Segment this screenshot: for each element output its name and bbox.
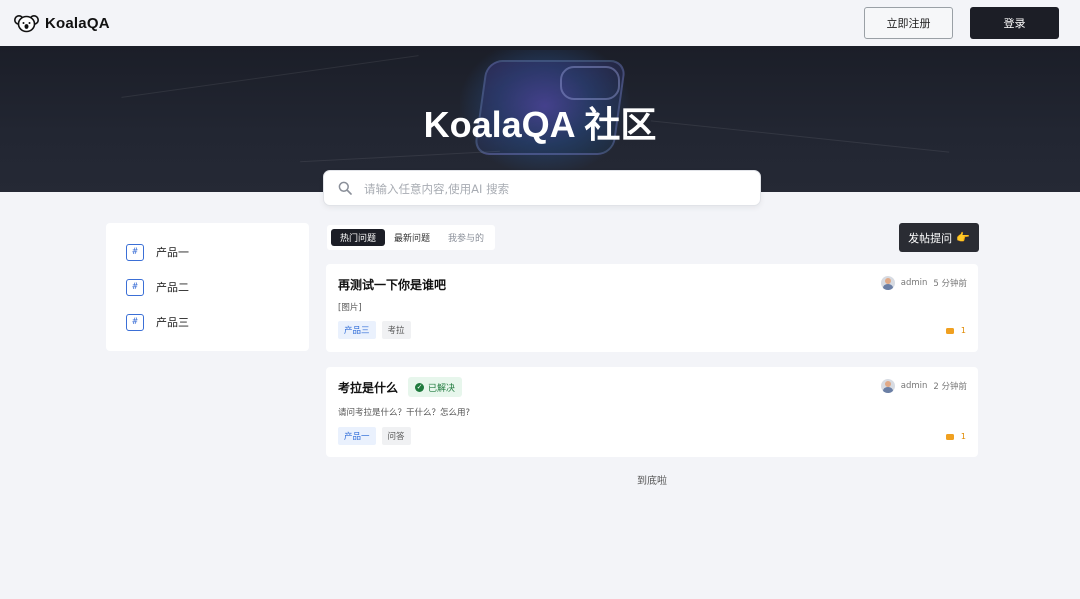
search-input[interactable] [364, 179, 744, 199]
search-bar[interactable] [323, 170, 761, 206]
logo-text: KoalaQA [45, 14, 110, 32]
hashtag-icon: # [126, 313, 144, 331]
comment-count: 1 [945, 326, 966, 335]
post-title[interactable]: 考拉是什么 [338, 379, 398, 396]
category-tag[interactable]: 产品三 [338, 321, 376, 339]
hashtag-icon: # [126, 278, 144, 296]
hashtag-icon: # [126, 243, 144, 261]
avatar [880, 379, 895, 393]
post-time: 5 分钟前 [933, 279, 967, 289]
sidebar-item-label: 产品一 [156, 246, 189, 259]
check-circle-icon: ✓ [415, 382, 424, 392]
pointing-hand-icon: 👉 [956, 231, 970, 244]
post-excerpt: 请问考拉是什么？干什么？怎么用? [338, 408, 471, 418]
comment-icon [945, 433, 954, 440]
topic-tag[interactable]: 考拉 [381, 321, 411, 339]
post-meta: admin 2 分钟前 [880, 379, 967, 393]
comment-count-value: 1 [960, 432, 966, 441]
comment-icon [945, 327, 954, 334]
ask-question-label: 发帖提问 [908, 231, 953, 245]
sidebar-item-label: 产品二 [156, 281, 189, 294]
end-of-list-text: 到底啦 [637, 476, 667, 487]
search-icon [338, 181, 352, 195]
sidebar-item-product-2[interactable]: # 产品二 [126, 278, 189, 296]
post-card[interactable]: 考拉是什么 ✓ 已解决 admin 2 分钟前 请问考拉是什么？干什么？怎么用?… [326, 367, 978, 457]
sidebar-item-label: 产品三 [156, 316, 189, 329]
koala-logo-icon [14, 15, 39, 33]
post-author: admin [900, 381, 928, 391]
sidebar-item-product-3[interactable]: # 产品三 [126, 313, 189, 331]
category-tag[interactable]: 产品一 [338, 427, 376, 445]
post-tags: 产品一 问答 [338, 427, 411, 445]
page-title: KoalaQA 社区 [423, 104, 657, 145]
avatar [880, 276, 895, 290]
tab-my-participation[interactable]: 我参与的 [439, 229, 493, 246]
post-tags: 产品三 考拉 [338, 321, 411, 339]
post-meta: admin 5 分钟前 [880, 276, 967, 290]
banner-device-graphic-detail [560, 66, 620, 100]
tab-latest-questions[interactable]: 最新问题 [385, 229, 439, 246]
top-navbar: KoalaQA 立即注册 登录 [0, 0, 1080, 46]
solved-badge: ✓ 已解决 [408, 377, 463, 397]
category-sidebar: # 产品一 # 产品二 # 产品三 [106, 223, 309, 351]
question-tabs: 热门问题 最新问题 我参与的 [327, 225, 495, 250]
post-excerpt: [图片] [338, 303, 362, 313]
banner-streak [121, 55, 419, 98]
post-title[interactable]: 再测试一下你是谁吧 [338, 276, 446, 293]
comment-count-value: 1 [960, 326, 966, 335]
ask-question-button[interactable]: 发帖提问 👉 [899, 223, 979, 252]
comment-count: 1 [945, 432, 966, 441]
login-button[interactable]: 登录 [970, 7, 1059, 39]
register-button[interactable]: 立即注册 [864, 7, 953, 39]
tab-hot-questions[interactable]: 热门问题 [331, 229, 386, 246]
post-author: admin [900, 278, 928, 288]
post-card[interactable]: 再测试一下你是谁吧 admin 5 分钟前 [图片] 产品三 考拉 1 [326, 264, 978, 352]
sidebar-item-product-1[interactable]: # 产品一 [126, 243, 189, 261]
logo[interactable]: KoalaQA [14, 12, 110, 34]
topic-tag[interactable]: 问答 [381, 427, 411, 445]
post-time: 2 分钟前 [933, 382, 967, 392]
solved-badge-label: 已解决 [428, 383, 456, 394]
